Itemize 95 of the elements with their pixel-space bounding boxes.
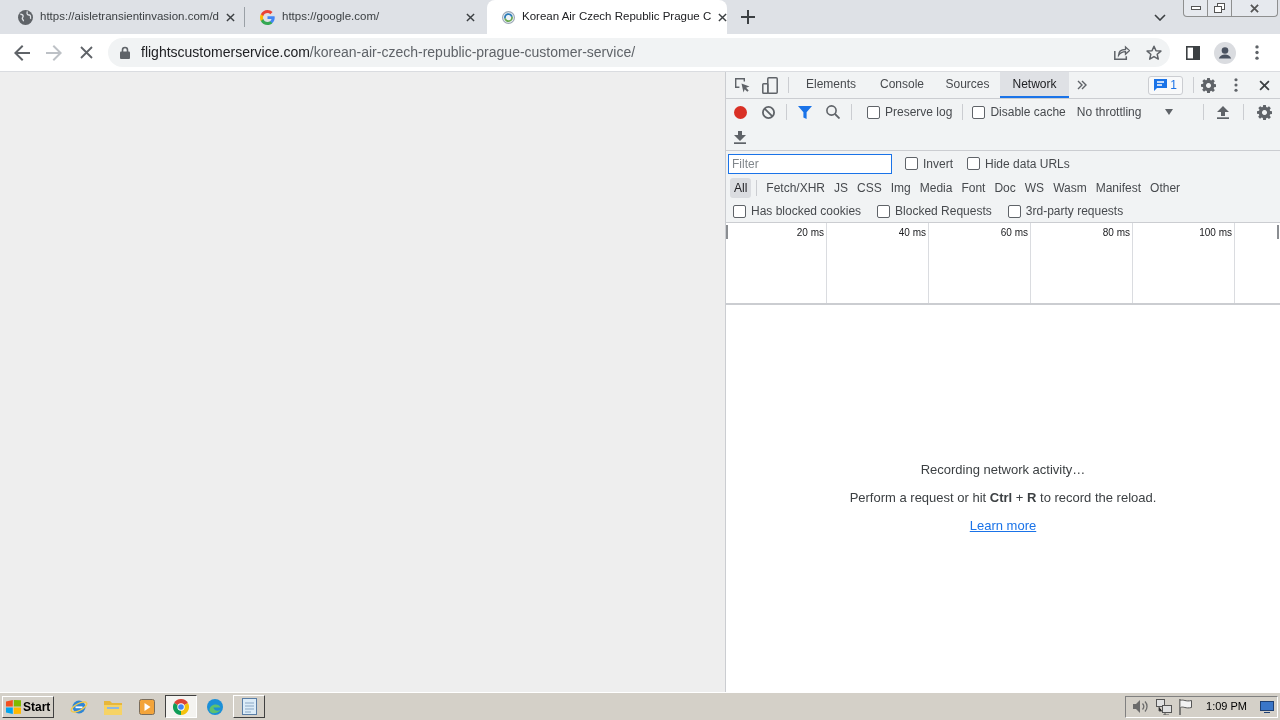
tick-label: 100 ms xyxy=(1199,227,1232,240)
checkbox-label: 3rd-party requests xyxy=(1025,203,1124,220)
resource-type-filter[interactable]: Doc xyxy=(990,178,1020,198)
learn-more-link[interactable]: Learn more xyxy=(969,511,1037,540)
settings-icon[interactable] xyxy=(1200,77,1216,93)
issues-badge[interactable]: 1 xyxy=(1148,75,1183,95)
resource-type-filter[interactable]: CSS xyxy=(853,178,886,198)
restore-icon xyxy=(1214,3,1225,13)
clear-icon[interactable] xyxy=(761,105,775,119)
status-text: Recording network activity… xyxy=(920,460,1086,479)
close-icon[interactable] xyxy=(226,12,235,22)
network-icon[interactable] xyxy=(1156,698,1173,715)
dropdown-triangle-icon xyxy=(1164,109,1173,115)
checkbox[interactable] xyxy=(967,157,980,170)
range-handle[interactable] xyxy=(1277,225,1279,239)
upload-icon[interactable] xyxy=(1217,105,1229,119)
record-icon[interactable] xyxy=(733,105,747,119)
checkbox[interactable] xyxy=(905,157,918,170)
device-toolbar-icon[interactable] xyxy=(762,76,778,94)
inspect-element-icon[interactable] xyxy=(734,77,750,93)
speaker-icon[interactable] xyxy=(1133,699,1150,714)
resource-type-filter[interactable]: WS xyxy=(1020,178,1049,198)
tick-label: 20 ms xyxy=(796,227,824,240)
checkbox[interactable] xyxy=(733,204,746,218)
resource-type-filter[interactable]: Media xyxy=(915,178,957,198)
new-tab-plus-icon[interactable] xyxy=(741,10,755,24)
side-panel-icon[interactable] xyxy=(1186,45,1200,60)
folder-icon xyxy=(104,698,122,715)
url-text: flightscustomerservice.com/korean-air-czech-republic-prague-customer-service/ xyxy=(141,43,636,62)
checkbox-label: Preserve log xyxy=(885,104,953,121)
checkbox-label: Invert xyxy=(923,155,953,173)
globe-icon xyxy=(18,9,33,25)
filter-funnel-icon[interactable] xyxy=(798,105,812,119)
browser-tab[interactable]: https://aisletransientinvasion.com/d xyxy=(3,0,243,34)
more-options-icon[interactable] xyxy=(1255,45,1259,60)
round-logo-icon xyxy=(502,10,515,24)
checkbox-label: Hide data URLs xyxy=(985,155,1070,173)
g-logo-icon xyxy=(260,9,275,25)
tick-label: 40 ms xyxy=(898,227,926,240)
chevron-down-icon[interactable] xyxy=(1154,13,1166,21)
clock-text: 1:09 PM xyxy=(1206,699,1247,715)
download-icon[interactable] xyxy=(734,131,746,144)
checkbox[interactable] xyxy=(1007,204,1021,218)
resource-type-filter[interactable]: Other xyxy=(1146,178,1185,198)
flag-logo-icon xyxy=(6,699,21,714)
resource-type-filter[interactable]: JS xyxy=(830,178,853,198)
range-handle[interactable] xyxy=(726,225,728,239)
checkbox-label: Disable cache xyxy=(990,104,1066,121)
start-button[interactable]: Start xyxy=(2,695,54,718)
share-icon[interactable] xyxy=(1114,45,1130,60)
more-tabs-chevron-icon[interactable] xyxy=(1077,80,1087,90)
resource-type-filter[interactable]: Fetch/XHR xyxy=(762,178,830,198)
checkbox[interactable] xyxy=(877,204,891,218)
checkbox-label: Blocked Requests xyxy=(895,203,992,220)
message-icon xyxy=(1154,79,1168,91)
back-arrow-icon[interactable] xyxy=(14,44,30,61)
tick-label: 80 ms xyxy=(1102,227,1130,240)
stop-x-icon[interactable] xyxy=(79,46,93,59)
segmented-circle-icon xyxy=(173,698,189,715)
checkbox[interactable] xyxy=(972,105,986,119)
swirl-icon xyxy=(207,698,223,715)
close-icon[interactable] xyxy=(466,12,475,22)
minimize-icon xyxy=(1190,6,1201,10)
address-bar[interactable]: flightscustomerservice.com/korean-air-czech-republic-prague-customer-service/ xyxy=(108,38,1170,67)
throttling-dropdown[interactable]: No throttling xyxy=(1076,103,1177,121)
play-tile-icon xyxy=(139,698,155,715)
devtools-tab[interactable]: Network xyxy=(1000,72,1069,98)
devtools-tab[interactable]: Elements xyxy=(793,72,869,98)
close-icon[interactable] xyxy=(718,12,728,22)
settings-icon[interactable] xyxy=(1256,104,1272,120)
devtools-tab[interactable]: Console xyxy=(869,72,935,98)
close-icon[interactable] xyxy=(1258,79,1270,91)
browser-tab[interactable]: Korean Air Czech Republic Prague C xyxy=(487,0,727,34)
flag-icon[interactable] xyxy=(1179,698,1194,715)
avatar-icon[interactable] xyxy=(1214,41,1236,64)
star-icon[interactable] xyxy=(1146,44,1162,61)
more-options-icon[interactable] xyxy=(1234,78,1238,92)
hint-text: Perform a request or hit Ctrl + R to record the reload. xyxy=(849,488,1157,507)
monitor-icon[interactable] xyxy=(1260,700,1274,713)
tick-label: 60 ms xyxy=(1000,227,1028,240)
checkbox[interactable] xyxy=(867,105,880,119)
close-icon xyxy=(1249,3,1260,13)
resource-type-filter[interactable]: All xyxy=(730,178,752,198)
browser-tab[interactable]: https://google.com/ xyxy=(245,0,485,34)
notepad-icon xyxy=(241,698,257,715)
resource-type-filter[interactable]: Wasm xyxy=(1049,178,1091,198)
resource-type-filter[interactable]: Font xyxy=(957,178,990,198)
search-icon[interactable] xyxy=(826,105,840,119)
devtools-tab[interactable]: Sources xyxy=(935,72,1000,98)
resource-type-filter[interactable]: Img xyxy=(886,178,915,198)
taskbar-button[interactable] xyxy=(165,695,197,718)
filter-input[interactable]: Filter xyxy=(728,153,892,174)
lock-icon xyxy=(120,46,130,59)
checkbox-label: Has blocked cookies xyxy=(751,203,862,220)
resource-type-filter[interactable]: Manifest xyxy=(1091,178,1146,198)
